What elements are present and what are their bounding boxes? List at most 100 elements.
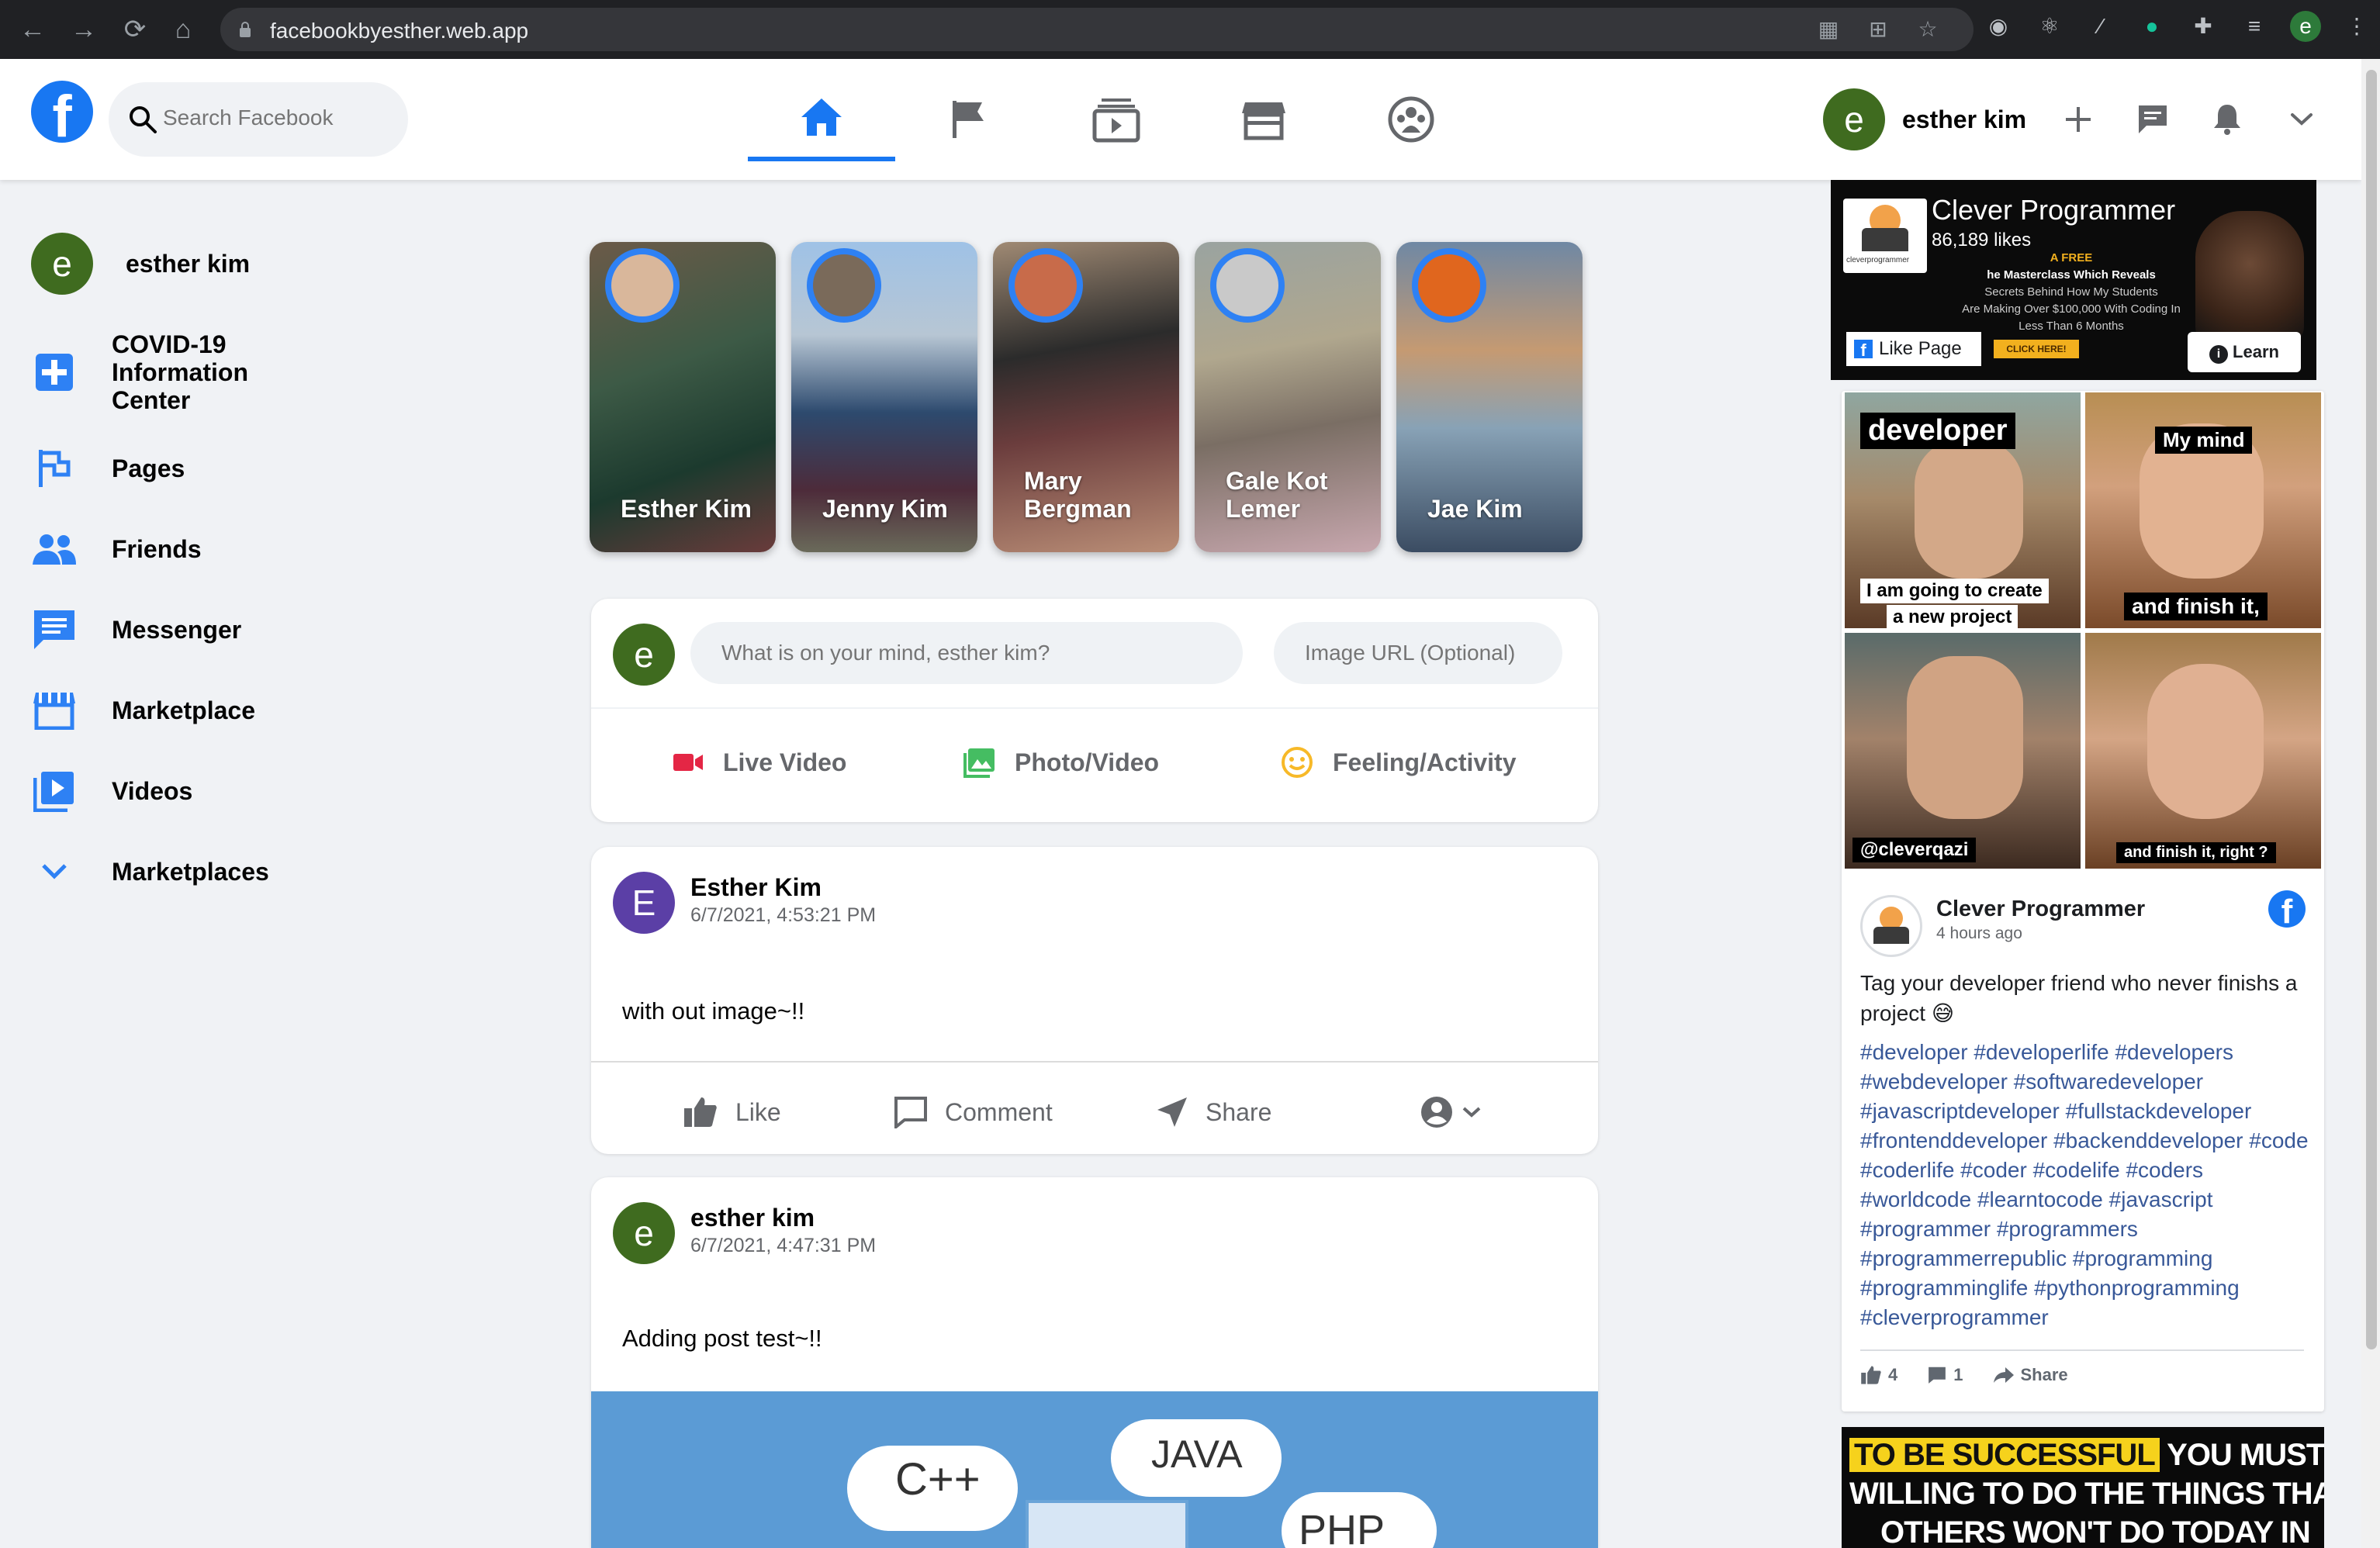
share-arrow-icon <box>1993 1367 2014 1383</box>
ad-likes: 86,189 likes <box>1932 230 2032 251</box>
tab-pages[interactable] <box>895 78 1043 161</box>
story-card[interactable]: Esther Kim <box>590 242 776 552</box>
page-avatar[interactable] <box>1860 895 1922 957</box>
sidebar-item-marketplace[interactable]: Marketplace <box>31 687 310 734</box>
grammarly-icon[interactable]: ● <box>2136 11 2167 42</box>
sidebar-item-marketplaces[interactable]: Marketplaces <box>31 848 310 895</box>
tab-groups[interactable] <box>1337 78 1485 161</box>
post-author[interactable]: Esther Kim <box>690 873 822 902</box>
send-arrow-icon <box>1156 1096 1188 1128</box>
tab-watch[interactable] <box>1043 78 1190 161</box>
plus-cross-icon <box>31 349 78 396</box>
story-name: Jae Kim <box>1427 495 1523 523</box>
plus-icon <box>2066 107 2091 132</box>
post-author[interactable]: esther kim <box>690 1204 815 1232</box>
sponsored-banner[interactable]: cleverprogrammer Clever Programmer 86,18… <box>1831 180 2316 380</box>
search-icon <box>130 106 157 133</box>
translate-icon[interactable]: ⊞ <box>1863 17 1893 42</box>
message-input[interactable] <box>690 622 1243 684</box>
header-avatar[interactable]: e <box>1823 88 1885 150</box>
header-user-name[interactable]: esther kim <box>1902 105 2026 134</box>
post-card: e esther kim 6/7/2021, 4:47:31 PM Adding… <box>591 1177 1598 1548</box>
kebab-menu-icon[interactable]: ⋮ <box>2341 11 2372 42</box>
page-name[interactable]: Clever Programmer <box>1936 897 2145 922</box>
story-name: Gale Kot Lemer <box>1226 467 1328 523</box>
audience-selector[interactable] <box>1420 1087 1499 1137</box>
profile-avatar[interactable]: e <box>2290 11 2321 42</box>
sidebar-item-videos[interactable]: Videos <box>31 768 310 814</box>
story-card[interactable]: Gale Kot Lemer <box>1195 242 1381 552</box>
post-image[interactable]: C++ JAVA PHP <box>591 1391 1598 1548</box>
account-menu-button[interactable] <box>2279 97 2324 142</box>
bookmark-star-icon[interactable]: ☆ <box>1913 17 1942 42</box>
storefront-icon <box>31 687 78 734</box>
home-icon[interactable]: ⌂ <box>166 12 200 47</box>
extension-circle-icon[interactable]: ◉ <box>1983 11 2014 42</box>
meme-panel: developer I am going to create a new pro… <box>1845 392 2081 628</box>
facebook-logo[interactable]: f <box>31 81 93 143</box>
scrollbar-thumb[interactable] <box>2366 70 2377 1349</box>
reading-list-icon[interactable]: ≡ <box>2239 11 2270 42</box>
account-circle-icon <box>1420 1095 1454 1129</box>
sidebar-item-friends[interactable]: Friends <box>31 526 310 572</box>
comment-count[interactable]: 1 <box>1927 1365 1963 1385</box>
share-button[interactable]: Share <box>1156 1087 1271 1137</box>
hashtags[interactable]: #developer #developerlife #developers #w… <box>1860 1038 2310 1332</box>
video-icon <box>1092 98 1140 143</box>
share-action[interactable]: Share <box>1993 1365 2068 1385</box>
groups-icon <box>1388 96 1434 143</box>
sidebar-item-messenger[interactable]: Messenger <box>31 606 310 653</box>
search-box[interactable] <box>109 82 408 157</box>
post-avatar[interactable]: E <box>613 872 675 934</box>
home-icon <box>801 98 842 136</box>
sidebar-user-name: esther kim <box>126 250 251 278</box>
story-card[interactable]: Jae Kim <box>1396 242 1583 552</box>
feeling-activity-button[interactable]: Feeling/Activity <box>1280 735 1517 790</box>
react-devtools-icon[interactable]: ⚛ <box>2034 11 2065 42</box>
tab-marketplace[interactable] <box>1190 78 1337 161</box>
storefront-icon <box>1242 102 1285 140</box>
story-avatar <box>1412 248 1486 323</box>
like-count[interactable]: 4 <box>1860 1365 1897 1385</box>
story-name: Mary Bergman <box>1024 467 1132 523</box>
photo-video-button[interactable]: Photo/Video <box>963 735 1159 790</box>
click-here-button[interactable]: CLICK HERE! <box>1994 340 2079 358</box>
live-video-button[interactable]: Live Video <box>672 735 846 790</box>
create-button[interactable] <box>2056 97 2101 142</box>
notifications-button[interactable] <box>2205 97 2250 142</box>
forward-arrow-icon[interactable]: → <box>67 12 101 47</box>
quote-banner[interactable]: TO BE SUCCESSFUL YOU MUST BE WILLING TO … <box>1842 1427 2324 1548</box>
photo-video-label: Photo/Video <box>1015 748 1160 776</box>
post-message: with out image~!! <box>622 997 805 1025</box>
facebook-logo-icon[interactable]: f <box>2268 890 2306 928</box>
sidebar-item-pages[interactable]: Pages <box>31 445 310 492</box>
video-library-icon <box>31 768 78 814</box>
color-picker-icon[interactable]: ⁄ <box>2085 11 2116 42</box>
story-avatar <box>807 248 881 323</box>
sidebar-item-covid[interactable]: COVID-19 Information Center <box>31 330 310 414</box>
bell-icon <box>2214 105 2241 135</box>
post-message: Adding post test~!! <box>622 1325 822 1352</box>
like-button[interactable]: Like <box>683 1087 781 1137</box>
sidebar-item-label: Messenger <box>112 616 242 644</box>
story-card[interactable]: Jenny Kim <box>791 242 977 552</box>
search-input[interactable] <box>163 105 396 130</box>
facebook-f-icon: f <box>1854 340 1873 360</box>
tab-home[interactable] <box>748 78 895 161</box>
like-page-button[interactable]: f Like Page <box>1846 332 1981 366</box>
story-card[interactable]: Mary Bergman <box>993 242 1179 552</box>
meme-image[interactable]: developer I am going to create a new pro… <box>1845 392 2321 869</box>
post-avatar[interactable]: e <box>613 1202 675 1264</box>
comment-button[interactable]: Comment <box>894 1087 1053 1137</box>
comment-label: Comment <box>945 1097 1053 1126</box>
qr-code-icon[interactable]: ▦ <box>1814 17 1843 42</box>
image-url-input[interactable] <box>1274 622 1562 684</box>
address-bar[interactable]: facebookbyesther.web.app ▦ ⊞ ☆ <box>220 8 1974 51</box>
sidebar-profile[interactable]: e esther kim <box>31 233 310 295</box>
learn-more-button[interactable]: iLearn More <box>2188 332 2301 372</box>
back-arrow-icon[interactable]: ← <box>16 12 50 47</box>
messenger-button[interactable] <box>2130 97 2175 142</box>
brand-logo: cleverprogrammer <box>1843 199 1927 273</box>
reload-icon[interactable]: ⟳ <box>118 12 152 47</box>
puzzle-extensions-icon[interactable]: ✚ <box>2188 11 2219 42</box>
